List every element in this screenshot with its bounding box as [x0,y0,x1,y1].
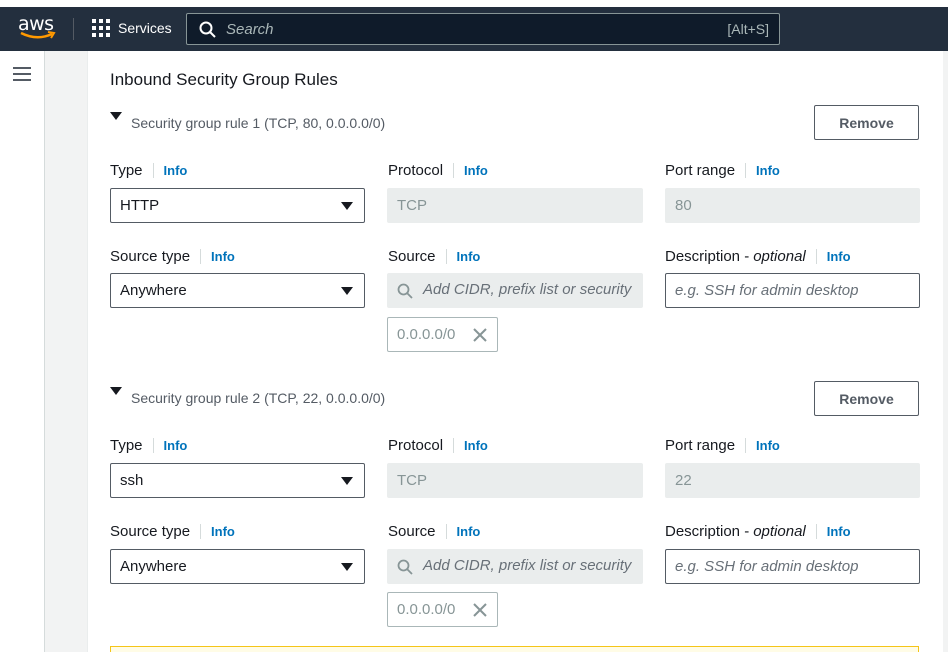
caret-down-icon [110,112,122,120]
caret-down-icon [110,387,122,395]
rule-1-type-label: Type Info [110,162,187,179]
rule-1-protocol-label: Protocol Info [388,162,488,179]
source-label-text: Source [388,248,436,265]
source-type-select-value: Anywhere [120,558,187,575]
type-info-link[interactable]: Info [152,163,187,178]
aws-logo[interactable]: aws [18,13,58,43]
source-info-link[interactable]: Info [445,249,480,264]
rule-2-description-label: Description - optional Info [665,523,851,540]
rule-2-remove-button[interactable]: Remove [814,381,919,416]
port-label-text: Port range [665,162,736,179]
rule-2-type-label: Type Info [110,437,187,454]
rule-1-source-label: Source Info [388,248,480,265]
description-placeholder: e.g. SSH for admin desktop [675,558,859,575]
protocol-label-text: Protocol [388,437,444,454]
rule-2-type-select[interactable]: ssh [110,463,365,498]
rule-2-protocol-field: TCP [387,463,643,498]
rule-2-source-type-label: Source type Info [110,523,235,540]
source-placeholder: Add CIDR, prefix list or security [423,281,632,298]
dropdown-arrow-icon [341,477,353,485]
source-token-value: 0.0.0.0/0 [397,601,456,618]
dropdown-arrow-icon [341,287,353,295]
nav-divider [73,18,74,40]
search-shortcut: [Alt+S] [727,21,769,37]
rule-1-type-select[interactable]: HTTP [110,188,365,223]
source-type-select-value: Anywhere [120,282,187,299]
source-type-label-text: Source type [110,248,191,265]
rule-1-description-input[interactable]: e.g. SSH for admin desktop [665,273,920,308]
dropdown-arrow-icon [341,202,353,210]
source-type-info-link[interactable]: Info [200,249,235,264]
search-placeholder: Search [226,21,274,38]
services-label: Services [118,20,172,36]
description-placeholder: e.g. SSH for admin desktop [675,282,859,299]
description-label-text: Description - [665,248,750,265]
search-input[interactable]: Search [Alt+S] [186,13,780,45]
rule-1-port-label: Port range Info [665,162,780,179]
close-icon[interactable] [472,602,488,618]
dropdown-arrow-icon [341,563,353,571]
port-info-link[interactable]: Info [745,438,780,453]
source-type-label-text: Source type [110,523,191,540]
optional-text: optional [753,523,806,540]
type-label-text: Type [110,162,143,179]
source-type-info-link[interactable]: Info [200,524,235,539]
aws-smile-icon [20,31,56,39]
rule-2-port-field: 22 [665,463,920,498]
rule-1-description-label: Description - optional Info [665,248,851,265]
section-title: Inbound Security Group Rules [110,70,338,89]
close-icon[interactable] [472,327,488,343]
rule-1-remove-button[interactable]: Remove [814,105,919,140]
search-icon [397,559,413,575]
rule-2-toggle[interactable]: Security group rule 2 (TCP, 22, 0.0.0.0/… [110,383,385,406]
rule-1-source-type-select[interactable]: Anywhere [110,273,365,308]
top-navigation: aws Services Search [Alt+S] [0,0,948,51]
type-select-value: HTTP [120,197,160,214]
rule-1-protocol-field: TCP [387,188,643,223]
scrollbar[interactable] [943,51,948,652]
source-placeholder: Add CIDR, prefix list or security [423,557,632,574]
source-label-text: Source [388,523,436,540]
protocol-info-link[interactable]: Info [453,438,488,453]
rule-2-description-input[interactable]: e.g. SSH for admin desktop [665,549,920,584]
port-info-link[interactable]: Info [745,163,780,178]
services-menu-button[interactable]: Services [92,16,172,40]
optional-text: optional [753,248,806,265]
rule-1-toggle[interactable]: Security group rule 1 (TCP, 80, 0.0.0.0/… [110,108,385,131]
type-info-link[interactable]: Info [152,438,187,453]
source-info-link[interactable]: Info [445,524,480,539]
search-icon [397,283,413,299]
rule-2-port-label: Port range Info [665,437,780,454]
description-label-text: Description - [665,523,750,540]
port-label-text: Port range [665,437,736,454]
rule-1-source-type-label: Source type Info [110,248,235,265]
rule-2-source-type-select[interactable]: Anywhere [110,549,365,584]
menu-icon[interactable] [13,67,31,85]
type-select-value: ssh [120,472,144,489]
rule-2-protocol-label: Protocol Info [388,437,488,454]
rule-1-source-input[interactable]: Add CIDR, prefix list or security [387,273,643,308]
warning-alert [110,646,919,652]
rule-2-source-label: Source Info [388,523,480,540]
rule-2-title: Security group rule 2 (TCP, 22, 0.0.0.0/… [131,390,386,406]
rule-2-source-input[interactable]: Add CIDR, prefix list or security [387,549,643,584]
rule-1-port-field: 80 [665,188,920,223]
rule-1-source-token: 0.0.0.0/0 [387,317,498,352]
search-icon [199,21,216,38]
type-label-text: Type [110,437,143,454]
description-info-link[interactable]: Info [815,524,851,539]
protocol-label-text: Protocol [388,162,444,179]
protocol-info-link[interactable]: Info [453,163,488,178]
source-token-value: 0.0.0.0/0 [397,326,456,343]
side-navigation-rail [0,51,45,652]
rule-1-title: Security group rule 1 (TCP, 80, 0.0.0.0/… [131,115,386,131]
services-grid-icon [92,19,110,37]
rule-2-source-token: 0.0.0.0/0 [387,592,498,627]
description-info-link[interactable]: Info [815,249,851,264]
